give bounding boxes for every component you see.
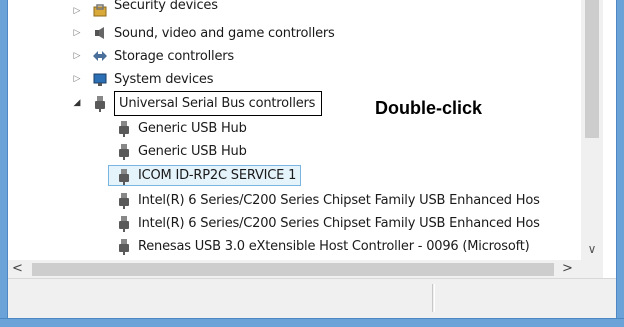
tree-child-label: Generic USB Hub	[138, 120, 247, 136]
tree-item-usb-controllers[interactable]: ◢ Universal Serial Bus controllers	[72, 90, 323, 116]
usb-icon	[116, 168, 132, 185]
usb-icon	[116, 120, 132, 137]
scroll-right-icon[interactable]: >	[562, 261, 578, 277]
tree-item-security-devices[interactable]: ▷ Security devices	[72, 0, 218, 22]
usb-icon	[116, 215, 132, 232]
tree-child-label: Intel(R) 6 Series/C200 Series Chipset Fa…	[138, 192, 540, 208]
tree-child-intel-usb-1[interactable]: Intel(R) 6 Series/C200 Series Chipset Fa…	[116, 189, 540, 211]
tree-child-label: Intel(R) 6 Series/C200 Series Chipset Fa…	[138, 215, 540, 231]
usb-icon	[116, 143, 132, 160]
tree-child-label: ICOM ID-RP2C SERVICE 1	[138, 168, 297, 183]
tree-item-label: Sound, video and game controllers	[114, 25, 335, 41]
horizontal-scroll-thumb[interactable]	[32, 263, 554, 276]
expand-arrow-icon[interactable]: ▷	[72, 6, 82, 16]
security-devices-icon	[92, 3, 108, 19]
storage-icon	[92, 48, 108, 64]
tree-child-icom-selected[interactable]: ICOM ID-RP2C SERVICE 1	[108, 165, 302, 186]
tree-child-intel-usb-2[interactable]: Intel(R) 6 Series/C200 Series Chipset Fa…	[116, 212, 540, 234]
tree-item-label: Security devices	[114, 0, 218, 13]
tree-item-label: System devices	[114, 71, 214, 87]
usb-icon	[92, 95, 108, 112]
vertical-scroll-thumb[interactable]	[585, 0, 599, 138]
window-frame-right	[616, 0, 624, 327]
usb-icon	[116, 238, 132, 255]
window-frame-bottom	[0, 318, 624, 327]
device-tree[interactable]: ▷ Security devices ▷ Sound, video and ga…	[8, 0, 581, 260]
collapse-arrow-icon[interactable]: ◢	[72, 98, 82, 108]
tree-child-renesas-usb[interactable]: Renesas USB 3.0 eXtensible Host Controll…	[116, 235, 530, 257]
scroll-down-icon[interactable]: ∨	[584, 242, 600, 258]
tree-item-label: Storage controllers	[114, 48, 234, 64]
tree-item-sound[interactable]: ▷ Sound, video and game controllers	[72, 22, 335, 44]
scrollbar-corner	[581, 260, 603, 278]
speaker-icon	[92, 25, 108, 41]
expand-arrow-icon[interactable]: ▷	[72, 51, 82, 61]
usb-controllers-label: Universal Serial Bus controllers	[114, 90, 323, 116]
expand-arrow-icon[interactable]: ▷	[72, 74, 82, 84]
status-bar-divider-highlight	[434, 284, 435, 312]
tree-item-system-devices[interactable]: ▷ System devices	[72, 68, 214, 90]
status-bar-divider	[432, 284, 433, 312]
tree-child-generic-usb-hub-2[interactable]: Generic USB Hub	[116, 140, 247, 162]
double-click-callout: Double-click	[375, 98, 483, 118]
tree-child-label: Renesas USB 3.0 eXtensible Host Controll…	[138, 238, 530, 254]
expand-arrow-icon[interactable]: ▷	[72, 28, 82, 38]
scroll-left-icon[interactable]: <	[12, 261, 28, 277]
status-bar	[8, 278, 616, 318]
tree-child-generic-usb-hub-1[interactable]: Generic USB Hub	[116, 117, 247, 139]
usb-icon	[116, 192, 132, 209]
window-frame-left	[0, 0, 8, 327]
system-devices-icon	[92, 71, 108, 87]
tree-item-storage[interactable]: ▷ Storage controllers	[72, 45, 235, 67]
tree-child-label: Generic USB Hub	[138, 143, 247, 159]
